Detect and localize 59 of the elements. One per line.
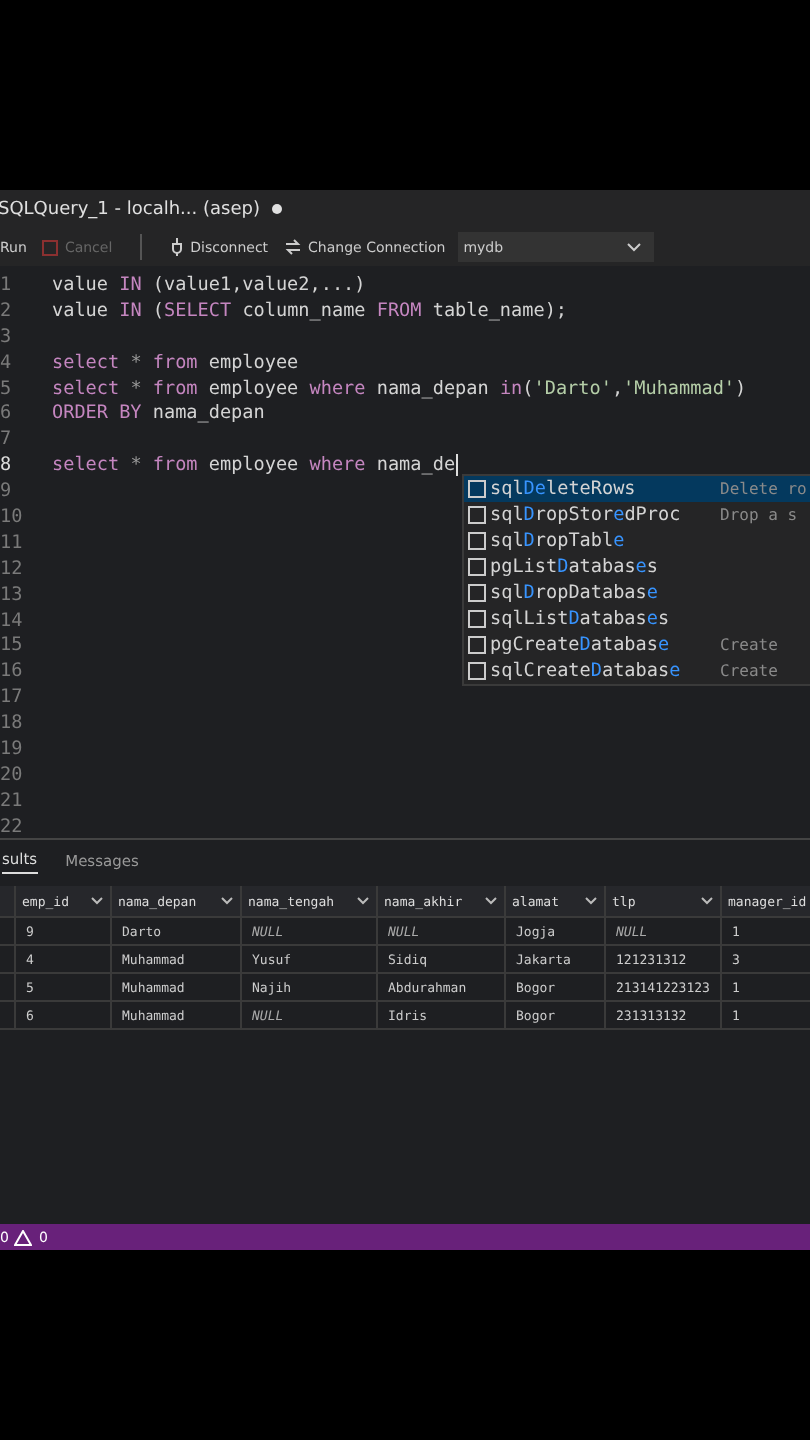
line-number: 12	[0, 557, 25, 580]
line-number: 17	[0, 686, 25, 709]
line-number: 9	[0, 480, 14, 503]
suggestion-description: Create	[720, 636, 780, 654]
suggestion-item[interactable]: pgCreateDatabase Create	[464, 632, 810, 658]
code-line: select * from employee where nama_depan in('Darto','Muhammad')	[52, 377, 747, 399]
swap-arrows-icon	[284, 238, 303, 256]
code-line: value IN (SELECT column_name FROM table_name);	[52, 299, 568, 322]
line-number: 11	[0, 531, 25, 554]
suggestion-item[interactable]: sqlD ropStoredProc Drop a s	[464, 502, 810, 528]
line-number: 13	[0, 583, 25, 606]
suggestion-label: pgListDatabases	[490, 556, 659, 578]
chevron-down-icon	[220, 896, 234, 906]
suggestion-label: sqlListDatabases	[490, 608, 670, 630]
line-number: 5	[0, 377, 14, 399]
line-number: 4	[0, 351, 14, 374]
suggestion-label: sqlCreateDatabase	[490, 660, 681, 682]
stop-icon	[42, 239, 59, 255]
line-number: 3	[0, 325, 14, 348]
plug-icon	[170, 238, 185, 256]
code-line: select * from employee where nama_de	[52, 454, 458, 477]
suggestion-item[interactable]: sqlListDatabases	[464, 606, 810, 632]
chevron-down-icon	[700, 896, 714, 906]
suggestion-item[interactable]: sqlDeleteRows Delete ro	[464, 476, 810, 502]
suggestion-label: sqlD ropStoredProc	[490, 504, 681, 526]
code-line: select * from employee	[52, 351, 299, 374]
suggestion-item[interactable]: pgListDatabases	[464, 554, 810, 580]
line-number: 22	[0, 815, 25, 838]
suggestion-description: Drop a s	[720, 506, 800, 524]
line-number: 10	[0, 505, 25, 528]
code-line: ORDER BY nama_depan	[52, 402, 265, 425]
suggestion-item[interactable]: sqlD ropTable	[464, 528, 810, 554]
line-number: 14	[0, 609, 25, 632]
line-number: 20	[0, 763, 25, 786]
chevron-down-icon	[625, 242, 642, 252]
code-line: value IN (value1,value2,...)	[52, 273, 366, 296]
line-number: 16	[0, 660, 25, 683]
suggestion-label: pgCreateDatabase	[490, 634, 670, 656]
suggestion-label: sqlD ropDatabase	[490, 582, 658, 604]
line-number: 2	[0, 299, 14, 322]
line-number: 7	[0, 428, 14, 451]
warning-icon	[14, 1229, 33, 1245]
line-number: 1	[0, 273, 14, 296]
suggestion-label: sqlDeleteRows	[490, 478, 636, 500]
line-number: 15	[0, 634, 25, 657]
suggestion-label: sqlD ropTable	[490, 530, 625, 552]
chevron-down-icon	[90, 896, 104, 906]
line-number: 21	[0, 789, 25, 812]
chevron-down-icon	[356, 896, 370, 906]
chevron-down-icon	[484, 896, 498, 906]
line-number: 18	[0, 712, 25, 735]
suggestion-description: Create	[720, 662, 780, 680]
line-number: 8	[0, 454, 14, 477]
line-number: 6	[0, 402, 14, 425]
line-number: 19	[0, 737, 25, 760]
suggestion-item[interactable]: sqlCreateDatabase Create	[464, 658, 810, 684]
chevron-down-icon	[584, 896, 598, 906]
suggestion-description: Delete ro	[720, 480, 809, 498]
suggestion-item[interactable]: sqlD ropDatabase	[464, 580, 810, 606]
